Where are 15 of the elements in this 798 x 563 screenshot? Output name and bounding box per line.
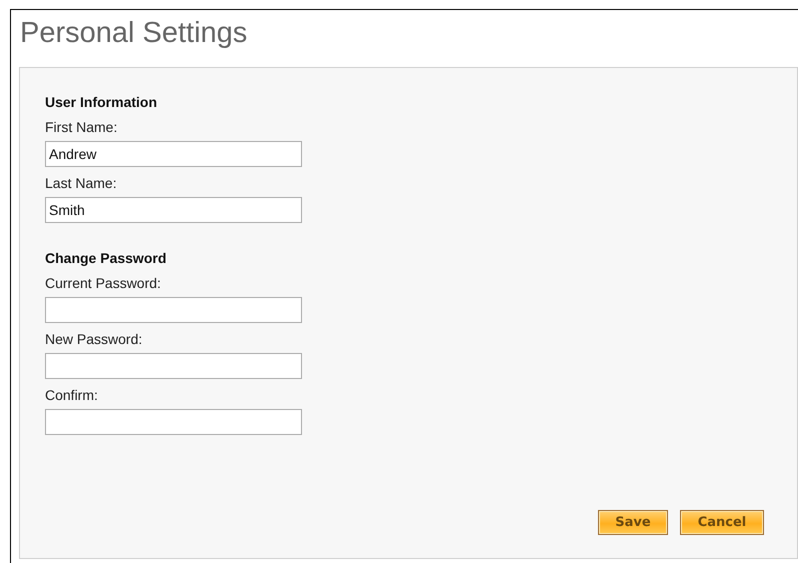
input-field[interactable] xyxy=(45,409,302,435)
input-field[interactable] xyxy=(45,353,302,379)
input-field[interactable] xyxy=(45,297,302,323)
field-label: Current Password: xyxy=(45,275,161,292)
section-heading: Change Password xyxy=(45,250,166,267)
page-title: Personal Settings xyxy=(20,16,248,51)
field-label: First Name: xyxy=(45,119,118,136)
input-field[interactable]: Smith xyxy=(45,197,302,223)
cancel-button[interactable]: Cancel xyxy=(680,510,764,535)
field-label: New Password: xyxy=(45,331,142,348)
field-label: Last Name: xyxy=(45,175,117,192)
input-field[interactable]: Andrew xyxy=(45,141,302,167)
save-button[interactable]: Save xyxy=(598,510,668,535)
field-label: Confirm: xyxy=(45,387,98,404)
section-heading: User Information xyxy=(45,94,158,111)
